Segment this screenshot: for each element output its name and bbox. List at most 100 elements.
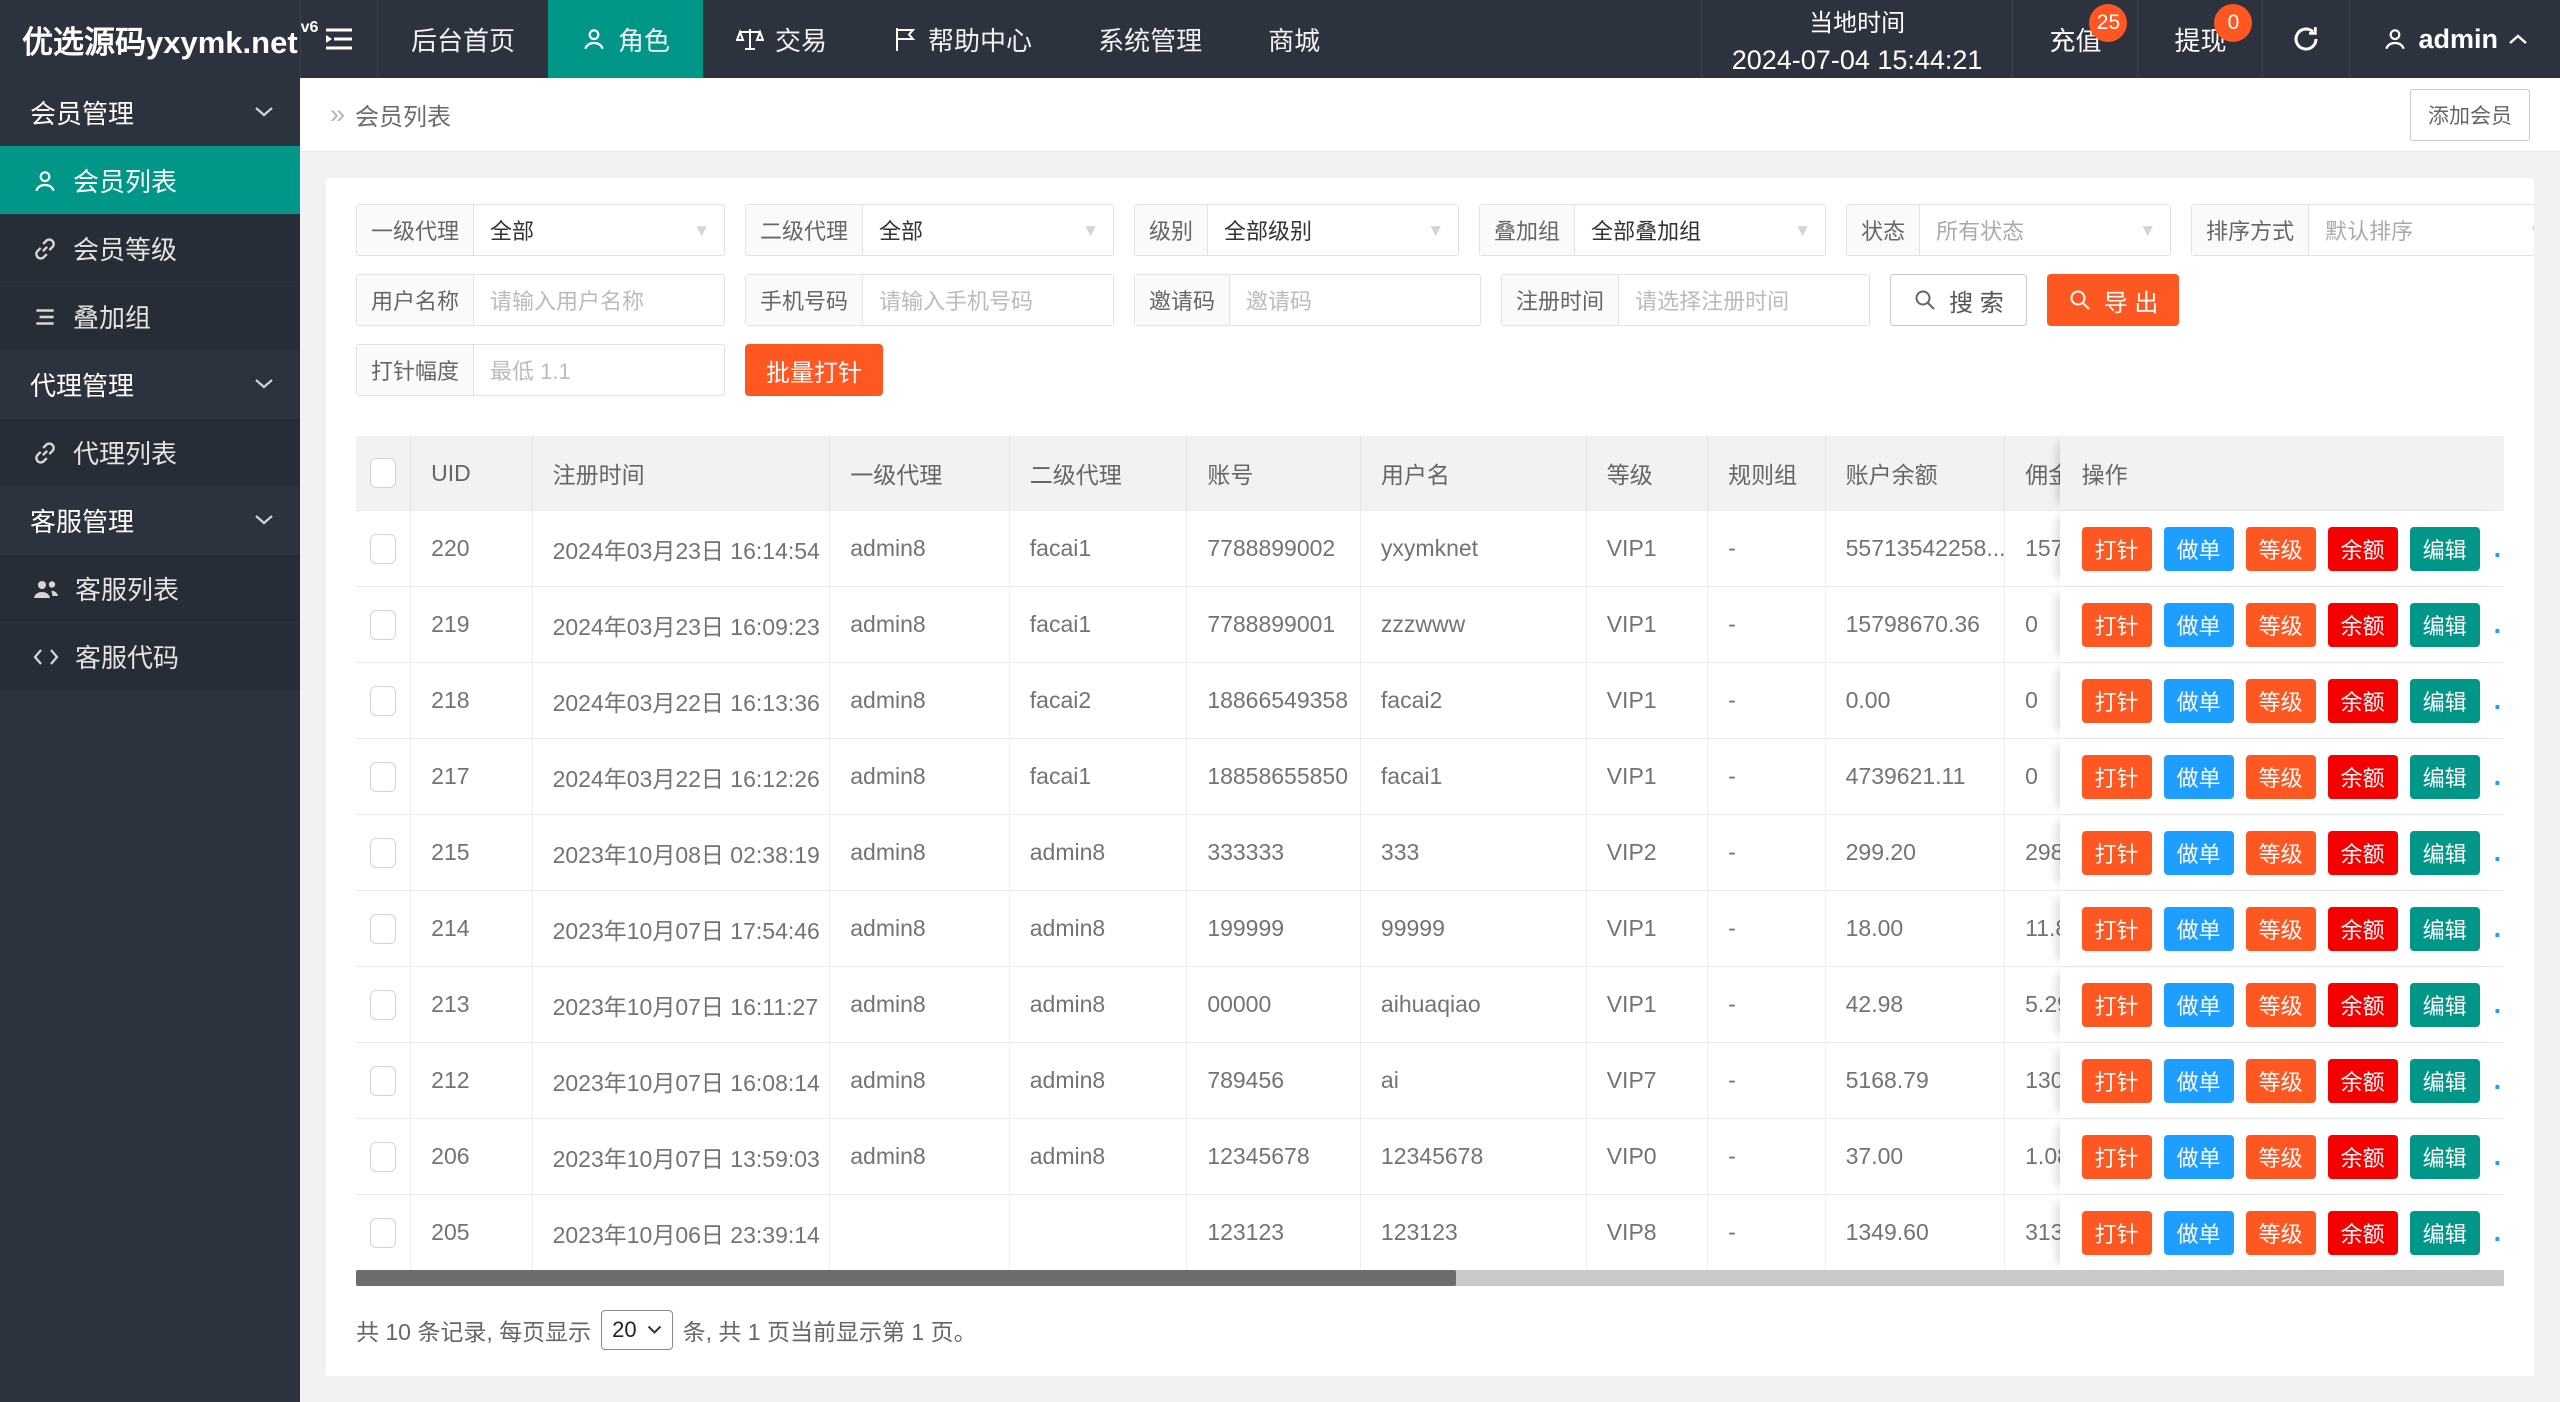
row-checkbox[interactable] bbox=[370, 837, 397, 868]
withdraw-button[interactable]: 提现 0 bbox=[2138, 0, 2264, 78]
more-actions-button[interactable]: ... bbox=[2494, 837, 2504, 868]
order-button[interactable]: 做单 bbox=[2163, 982, 2234, 1027]
more-actions-button[interactable]: ... bbox=[2494, 1065, 2504, 1096]
inject-button[interactable]: 打针 bbox=[2081, 982, 2152, 1027]
horizontal-scrollbar[interactable] bbox=[356, 1270, 2504, 1286]
level-button[interactable]: 等级 bbox=[2245, 678, 2316, 723]
sidebar-group-agent-mgmt[interactable]: 代理管理 bbox=[0, 350, 300, 418]
balance-button[interactable]: 余额 bbox=[2327, 678, 2398, 723]
level-button[interactable]: 等级 bbox=[2245, 526, 2316, 571]
order-button[interactable]: 做单 bbox=[2163, 1210, 2234, 1255]
row-checkbox[interactable] bbox=[370, 989, 397, 1020]
sidebar-item-service-code[interactable]: 客服代码 bbox=[0, 622, 300, 690]
more-actions-button[interactable]: ... bbox=[2494, 1217, 2504, 1248]
balance-button[interactable]: 余额 bbox=[2327, 1210, 2398, 1255]
level-button[interactable]: 等级 bbox=[2245, 1058, 2316, 1103]
nav-item-dashboard[interactable]: 后台首页 bbox=[378, 0, 548, 78]
agent2-select[interactable]: 全部 ▼ bbox=[863, 205, 1113, 255]
inject-button[interactable]: 打针 bbox=[2081, 1134, 2152, 1179]
more-actions-button[interactable]: ... bbox=[2494, 989, 2504, 1020]
row-checkbox[interactable] bbox=[370, 685, 397, 716]
inject-range-input[interactable]: 最低 1.1 bbox=[474, 345, 724, 395]
inject-button[interactable]: 打针 bbox=[2081, 526, 2152, 571]
scrollbar-thumb[interactable] bbox=[356, 1270, 1456, 1286]
balance-button[interactable]: 余额 bbox=[2327, 906, 2398, 951]
recharge-button[interactable]: 充值 25 bbox=[2013, 0, 2139, 78]
level-button[interactable]: 等级 bbox=[2245, 754, 2316, 799]
edit-button[interactable]: 编辑 bbox=[2409, 754, 2480, 799]
nav-item-help-center[interactable]: 帮助中心 bbox=[860, 0, 1065, 78]
collapse-sidebar-button[interactable] bbox=[300, 0, 378, 78]
level-button[interactable]: 等级 bbox=[2245, 602, 2316, 647]
order-button[interactable]: 做单 bbox=[2163, 1134, 2234, 1179]
add-member-button[interactable]: 添加会员 bbox=[2410, 88, 2530, 141]
balance-button[interactable]: 余额 bbox=[2327, 754, 2398, 799]
row-checkbox[interactable] bbox=[370, 1065, 397, 1096]
more-actions-button[interactable]: ... bbox=[2494, 1141, 2504, 1172]
edit-button[interactable]: 编辑 bbox=[2409, 526, 2480, 571]
row-checkbox[interactable] bbox=[370, 1141, 397, 1172]
level-select[interactable]: 全部级别 ▼ bbox=[1208, 205, 1458, 255]
edit-button[interactable]: 编辑 bbox=[2409, 678, 2480, 723]
level-button[interactable]: 等级 bbox=[2245, 906, 2316, 951]
invite-code-input[interactable]: 邀请码 bbox=[1230, 275, 1480, 325]
row-checkbox[interactable] bbox=[370, 609, 397, 640]
sidebar-item-member-list[interactable]: 会员列表 bbox=[0, 146, 300, 214]
reg-time-input[interactable]: 请选择注册时间 bbox=[1619, 275, 1869, 325]
edit-button[interactable]: 编辑 bbox=[2409, 982, 2480, 1027]
balance-button[interactable]: 余额 bbox=[2327, 1058, 2398, 1103]
inject-button[interactable]: 打针 bbox=[2081, 1210, 2152, 1255]
row-checkbox[interactable] bbox=[370, 533, 397, 564]
order-button[interactable]: 做单 bbox=[2163, 754, 2234, 799]
select-all-checkbox[interactable] bbox=[370, 458, 397, 488]
balance-button[interactable]: 余额 bbox=[2327, 602, 2398, 647]
inject-button[interactable]: 打针 bbox=[2081, 1058, 2152, 1103]
search-button[interactable]: 搜 索 bbox=[1890, 274, 2027, 326]
balance-button[interactable]: 余额 bbox=[2327, 982, 2398, 1027]
nav-item-roles[interactable]: 角色 bbox=[548, 0, 704, 78]
sort-select[interactable]: 默认排序 ▼ bbox=[2309, 205, 2534, 255]
more-actions-button[interactable]: ... bbox=[2494, 609, 2504, 640]
more-actions-button[interactable]: ... bbox=[2494, 761, 2504, 792]
inject-button[interactable]: 打针 bbox=[2081, 754, 2152, 799]
sidebar-item-member-level[interactable]: 会员等级 bbox=[0, 214, 300, 282]
user-menu[interactable]: admin bbox=[2350, 0, 2560, 78]
inject-button[interactable]: 打针 bbox=[2081, 830, 2152, 875]
edit-button[interactable]: 编辑 bbox=[2409, 602, 2480, 647]
balance-button[interactable]: 余额 bbox=[2327, 830, 2398, 875]
phone-input[interactable]: 请输入手机号码 bbox=[863, 275, 1113, 325]
username-input[interactable]: 请输入用户名称 bbox=[474, 275, 724, 325]
level-button[interactable]: 等级 bbox=[2245, 982, 2316, 1027]
edit-button[interactable]: 编辑 bbox=[2409, 1134, 2480, 1179]
row-checkbox[interactable] bbox=[370, 761, 397, 792]
order-button[interactable]: 做单 bbox=[2163, 830, 2234, 875]
inject-button[interactable]: 打针 bbox=[2081, 602, 2152, 647]
edit-button[interactable]: 编辑 bbox=[2409, 1058, 2480, 1103]
edit-button[interactable]: 编辑 bbox=[2409, 1210, 2480, 1255]
page-size-select[interactable]: 20 bbox=[601, 1310, 673, 1350]
more-actions-button[interactable]: ... bbox=[2494, 913, 2504, 944]
order-button[interactable]: 做单 bbox=[2163, 526, 2234, 571]
balance-button[interactable]: 余额 bbox=[2327, 1134, 2398, 1179]
nav-item-mall[interactable]: 商城 bbox=[1235, 0, 1353, 78]
sidebar-group-member-mgmt[interactable]: 会员管理 bbox=[0, 78, 300, 146]
sidebar-item-stack-group[interactable]: 叠加组 bbox=[0, 282, 300, 350]
level-button[interactable]: 等级 bbox=[2245, 1134, 2316, 1179]
stack-group-select[interactable]: 全部叠加组 ▼ bbox=[1575, 205, 1825, 255]
batch-inject-button[interactable]: 批量打针 bbox=[745, 344, 884, 396]
inject-button[interactable]: 打针 bbox=[2081, 678, 2152, 723]
order-button[interactable]: 做单 bbox=[2163, 1058, 2234, 1103]
agent1-select[interactable]: 全部 ▼ bbox=[474, 205, 724, 255]
status-select[interactable]: 所有状态 ▼ bbox=[1920, 205, 2170, 255]
edit-button[interactable]: 编辑 bbox=[2409, 830, 2480, 875]
edit-button[interactable]: 编辑 bbox=[2409, 906, 2480, 951]
order-button[interactable]: 做单 bbox=[2163, 602, 2234, 647]
nav-item-system[interactable]: 系统管理 bbox=[1065, 0, 1235, 78]
export-button[interactable]: 导 出 bbox=[2046, 274, 2180, 326]
more-actions-button[interactable]: ... bbox=[2494, 685, 2504, 716]
row-checkbox[interactable] bbox=[370, 913, 397, 944]
order-button[interactable]: 做单 bbox=[2163, 906, 2234, 951]
sidebar-group-service-mgmt[interactable]: 客服管理 bbox=[0, 486, 300, 554]
row-checkbox[interactable] bbox=[370, 1217, 397, 1248]
level-button[interactable]: 等级 bbox=[2245, 1210, 2316, 1255]
